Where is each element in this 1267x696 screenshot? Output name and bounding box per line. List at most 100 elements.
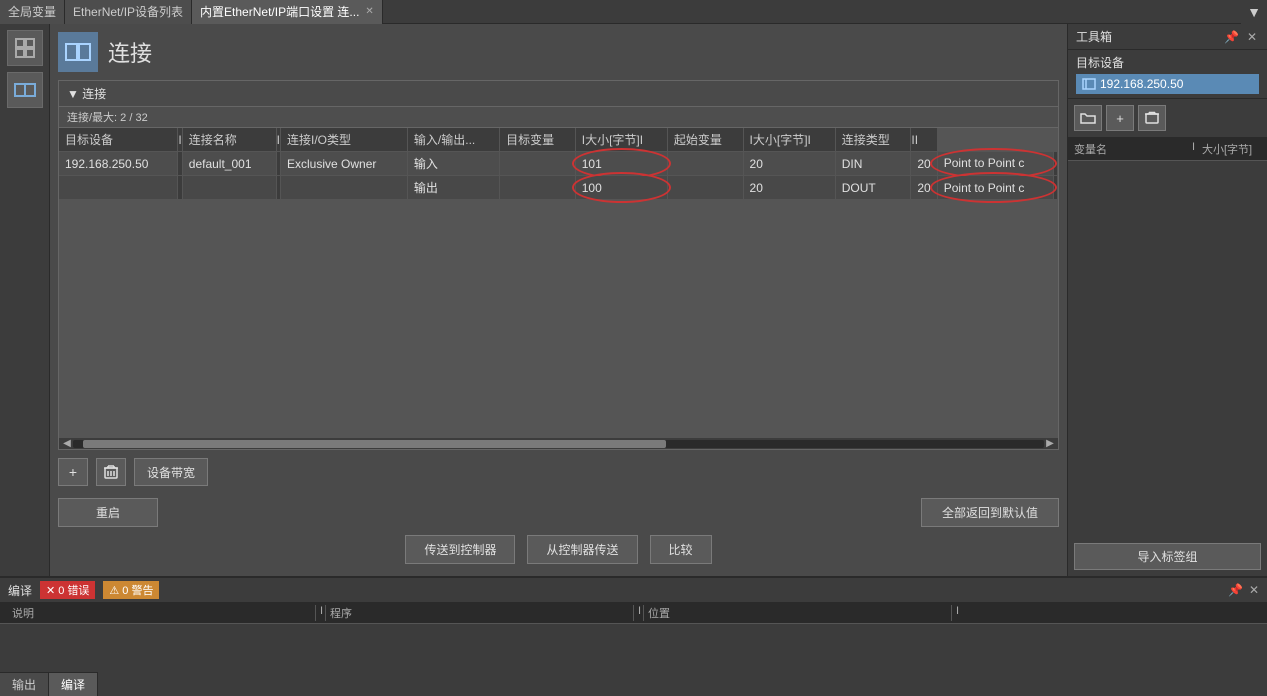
compiler-panel: 编译 ✕ 0 错误 ⚠ 0 警告 📌 ✕ 说明 I 程序 [0,576,1267,696]
transfer-from-controller-button[interactable]: 从控制器传送 [527,535,637,564]
horizontal-scrollbar[interactable]: ◀ ▶ [59,437,1058,449]
warning-count: 0 警告 [122,582,153,598]
scrollbar-track[interactable] [73,440,1044,448]
cell-size-bytes-1: 20 [743,152,835,176]
transfer-to-controller-button[interactable]: 传送到控制器 [405,535,515,564]
tab-ethernet-list-label: EtherNet/IP设备列表 [73,3,183,20]
table-header-row: 目标设备 I 连接名称 I 连接I/O类型 输入/输出... 目标变量 I大小[… [59,128,1058,152]
connection-panel: ▼ 连接 连接/最大: 2 / 32 目标设备 I 连接名称 I 连 [58,80,1059,450]
scrollbar-thumb[interactable] [83,440,666,448]
col-connection-name: 连接名称 [182,128,276,152]
reset-button[interactable]: 重启 [58,498,158,527]
sidebar-btn-2[interactable] [7,72,43,108]
tab-dropdown-button[interactable]: ▼ [1241,0,1267,24]
error-badge[interactable]: ✕ 0 错误 [40,581,95,599]
warning-badge[interactable]: ⚠ 0 警告 [103,581,159,599]
page-title-text: 连接 [108,36,152,68]
compiler-col-sep1-text: I [320,605,323,617]
table-wrapper[interactable]: 目标设备 I 连接名称 I 连接I/O类型 输入/输出... 目标变量 I大小[… [59,128,1058,437]
compiler-header: 编译 ✕ 0 错误 ⚠ 0 警告 📌 ✕ [0,578,1267,603]
compiler-tab-output[interactable]: 输出 [0,672,49,696]
panel-header: ▼ 连接 [59,81,1058,107]
compiler-col-sep3: I [952,605,1259,621]
transfer-row: 传送到控制器 从控制器传送 比较 [58,531,1059,568]
connection-table: 目标设备 I 连接名称 I 连接I/O类型 输入/输出... 目标变量 I大小[… [59,128,1058,200]
compiler-col-program: 程序 [326,605,634,621]
error-icon: ✕ [46,584,55,597]
scroll-left-arrow[interactable]: ◀ [61,438,73,450]
cell-size-bytes-2: 20 [743,176,835,200]
toolbox-add-button[interactable]: + [1106,105,1134,131]
import-label-button[interactable]: 导入标签组 [1074,543,1261,570]
col-target-var: 目标变量 [500,128,576,152]
compiler-col-sep2: I [634,605,644,621]
cell-conn-type-2: Point to Point c [937,176,1053,200]
cell-conn-type-1-val: Point to Point c [944,156,1025,170]
toolbox-pin-button[interactable]: 📌 [1222,30,1241,44]
table-row[interactable]: 输出 100 20 DOUT 20 [59,176,1058,200]
col-io-type: 连接I/O类型 [281,128,408,152]
cell-conn-type-1: Point to Point c [937,152,1053,176]
device-bandwidth-button[interactable]: 设备带宽 [134,458,208,486]
toolbox-delete-button[interactable] [1138,105,1166,131]
compiler-close-button[interactable]: ✕ [1249,583,1259,597]
compiler-tab-compile-label: 编译 [61,678,85,692]
warning-icon: ⚠ [109,584,119,597]
target-device-address: 192.168.250.50 [1100,77,1183,91]
compiler-tabs: 输出 编译 [0,672,1267,696]
cell-input-size-2[interactable]: 100 [575,176,667,200]
toolbox-actions: + [1068,99,1267,138]
sidebar-btn-1[interactable] [7,30,43,66]
toolbox-var-col1: 变量名 [1074,141,1192,157]
scroll-right-arrow[interactable]: ▶ [1044,438,1056,450]
cell-size-bytes2-1: 20 [911,152,937,176]
tab-ethernet-port[interactable]: 内置EtherNet/IP端口设置 连... ✕ [192,0,383,24]
cell-target-var-2 [500,176,576,200]
cell-start-var2-1: DIN [835,152,911,176]
tab-global-var-label: 全局变量 [8,3,56,20]
bottom-actions-row: 重启 全部返回到默认值 [58,490,1059,531]
tab-global-var[interactable]: 全局变量 [0,0,65,24]
add-button[interactable]: + [58,458,88,486]
cell-io-dir-2: 输出 [407,176,499,200]
compiler-tab-compile[interactable]: 编译 [49,672,98,696]
cell-input-size-2-val: 100 [582,181,602,195]
toolbox-header-actions: 📌 ✕ [1222,30,1259,44]
cell-target-device-1: 192.168.250.50 [59,152,178,176]
cell-input-size-1-val: 101 [582,157,602,171]
compiler-col-program-text: 程序 [330,608,352,620]
toolbox-var-col3: 大小[字节] [1202,141,1261,157]
action-row: + 设备带宽 [58,450,1059,490]
cell-start-var-1 [667,152,743,176]
compiler-col-desc: 说明 [8,605,316,621]
right-toolbox: 工具箱 📌 ✕ 目标设备 192.168.250.50 [1067,24,1267,576]
restore-defaults-button[interactable]: 全部返回到默认值 [921,498,1059,527]
tab-close-icon[interactable]: ✕ [365,6,373,17]
target-device-item[interactable]: 192.168.250.50 [1076,74,1259,94]
compiler-title: 编译 [8,582,32,599]
table-row[interactable]: 192.168.250.50 default_001 Exclusive Own… [59,152,1058,176]
cell-target-var-1 [500,152,576,176]
tab-ethernet-port-label: 内置EtherNet/IP端口设置 连... [200,3,359,20]
panel-subheader: 连接/最大: 2 / 32 [59,107,1058,128]
compiler-col-desc-text: 说明 [12,608,34,620]
connection-count: 连接/最大: 2 / 32 [67,112,148,124]
col-target-device: 目标设备 [59,128,178,152]
cell-size-bytes2-2: 20 [911,176,937,200]
cell-conn-name-1: default_001 [182,152,276,176]
target-device-section: 目标设备 192.168.250.50 [1068,50,1267,99]
col-io-direction: 输入/输出... [407,128,499,152]
compiler-col-sep1: I [316,605,326,621]
col-sep3: II [911,128,937,152]
tab-ethernet-list[interactable]: EtherNet/IP设备列表 [65,0,192,24]
cell-input-size-1[interactable]: 101 [575,152,667,176]
cell-start-var2-2: DOUT [835,176,911,200]
compiler-header-actions: 📌 ✕ [1228,583,1259,597]
toolbox-close-button[interactable]: ✕ [1245,30,1259,44]
compiler-pin-button[interactable]: 📌 [1228,583,1243,597]
compare-button[interactable]: 比较 [650,535,712,564]
delete-button[interactable] [96,458,126,486]
cell-conn-name-2 [182,176,276,200]
error-count: 0 错误 [58,582,89,598]
toolbox-folder-button[interactable] [1074,105,1102,131]
